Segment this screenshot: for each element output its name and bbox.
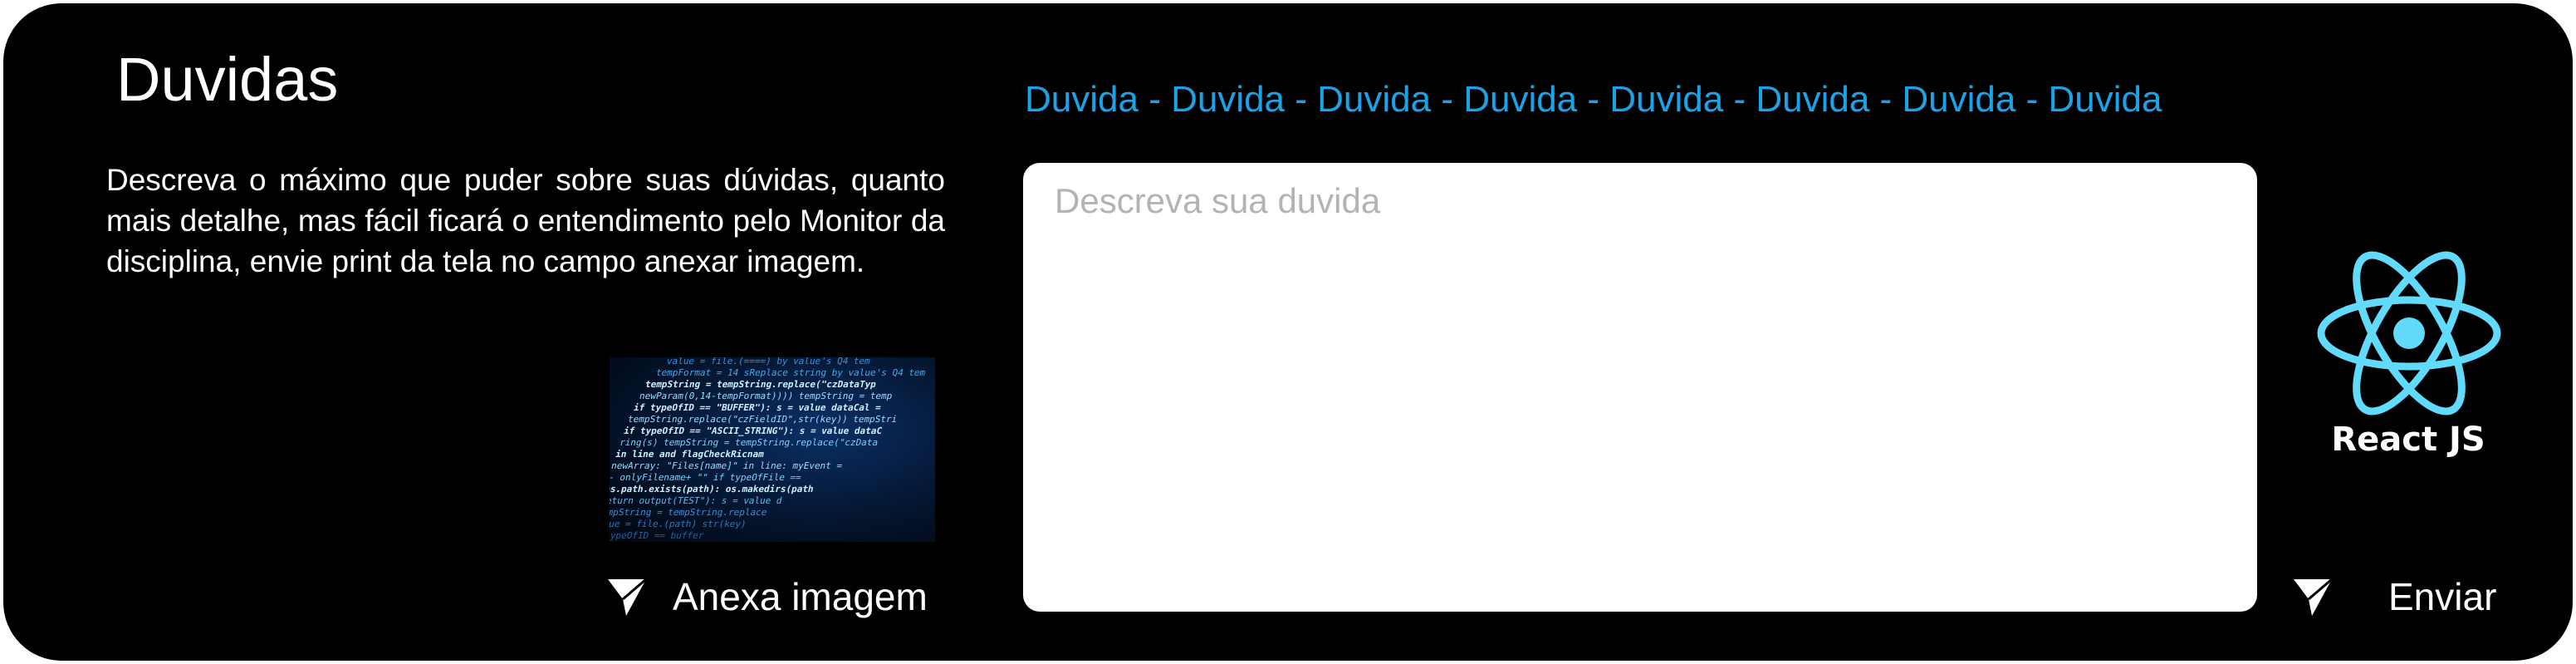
- react-js-label: React JS: [2331, 421, 2485, 459]
- send-icon: [605, 574, 649, 619]
- svg-text:if typeOfID == buffer: if typeOfID == buffer: [610, 530, 705, 541]
- svg-text:tempString = tempString.replac: tempString = tempString.replace("czDataT…: [644, 379, 878, 390]
- svg-text:tempString.replace("czFieldID": tempString.replace("czFieldID",str(key))…: [627, 414, 899, 425]
- svg-text:os.path.exists(path): os.maked: os.path.exists(path): os.makedirs(path: [610, 484, 815, 494]
- doubt-description-input[interactable]: [1023, 163, 2257, 612]
- svg-text:newArray: "Files[name]" in lin: newArray: "Files[name]" in line: myEvent…: [610, 460, 844, 471]
- code-screenshot-icon: value = file.(====) by value's Q4 tem te…: [610, 357, 935, 542]
- send-button[interactable]: Enviar: [2290, 570, 2496, 623]
- send-icon: [2290, 574, 2335, 619]
- svg-text:value = file.(path) str(key): value = file.(path) str(key): [610, 519, 747, 529]
- doubt-banner: Duvida - Duvida - Duvida - Duvida - Duvi…: [1025, 79, 2162, 120]
- svg-text:if typeOfID == "BUFFER"): s =: if typeOfID == "BUFFER"): s = value data…: [633, 402, 883, 413]
- svg-text:return output(TEST"): s = valu: return output(TEST"): s = value d: [610, 495, 783, 506]
- svg-text:in line and flagCheckRicnam: in line and flagCheckRicnam: [615, 449, 766, 460]
- svg-text:newParam(0,14-tempFormat)))) t: newParam(0,14-tempFormat)))) tempString …: [639, 391, 894, 401]
- svg-text:tempFormat = 14 sReplace strin: tempFormat = 14 sReplace string by value…: [655, 367, 927, 378]
- svg-text:ring(s) tempString = tempStrin: ring(s) tempString = tempString.replace(…: [619, 437, 879, 448]
- react-logo-icon: [2314, 246, 2505, 421]
- svg-text:value = file.(====) by value': value = file.(====) by value's Q4 tem: [666, 357, 872, 366]
- attach-image-button[interactable]: Anexa imagem: [605, 570, 928, 623]
- attach-image-label: Anexa imagem: [673, 575, 928, 618]
- svg-text:if typeOfID == "ASCII_STRING"): if typeOfID == "ASCII_STRING"): s = valu…: [623, 425, 884, 436]
- svg-text:tempString = tempString.replac: tempString = tempString.replace: [610, 507, 768, 518]
- instructions-text: Descreva o máximo que puder sobre suas d…: [106, 163, 945, 278]
- send-label: Enviar: [2388, 575, 2497, 618]
- svg-text:- onlyFilename+ "" if typeOfFi: - onlyFilename+ "" if typeOfFile ==: [610, 472, 802, 483]
- page-title: Duvidas: [116, 45, 339, 114]
